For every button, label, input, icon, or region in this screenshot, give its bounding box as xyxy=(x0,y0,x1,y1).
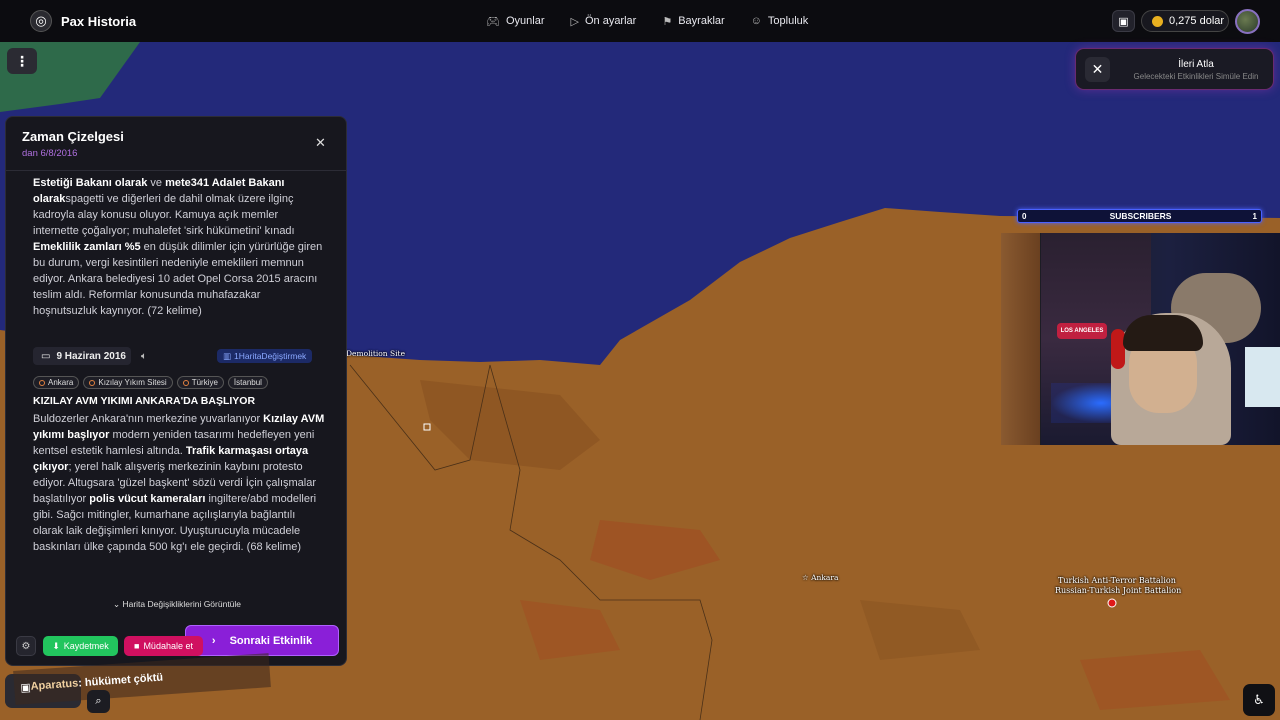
nav-games[interactable]: 🎮︎ Oyunlar xyxy=(486,15,545,28)
event-1-lead: Estetiği Bakanı olarak xyxy=(33,177,148,189)
gift-icon[interactable]: ▣ xyxy=(1112,10,1135,32)
more-menu-icon[interactable]: ⋮ xyxy=(7,48,37,74)
tag-kizilay[interactable]: Kızılay Yıkım Sitesi xyxy=(83,376,173,389)
nav-label: Oyunlar xyxy=(505,15,545,27)
map-label-ankara[interactable]: ☆ Ankara xyxy=(802,573,838,582)
intervene-button[interactable]: ■ Müdahale et xyxy=(124,636,203,656)
map-icon: ▥ xyxy=(223,350,232,361)
webcam-overlay: LOS ANGELES xyxy=(1001,233,1280,445)
webcam-headphones xyxy=(1111,329,1125,369)
tag-label: Kızılay Yıkım Sitesi xyxy=(98,378,167,387)
event-1-text: Estetiği Bakanı olarak ve mete341 Adalet… xyxy=(33,175,325,319)
ankara-label-text: Ankara xyxy=(811,573,839,582)
skip-ahead-card[interactable]: ✕ İleri Atla Gelecekteki Etkinlikleri Si… xyxy=(1075,48,1274,90)
event-2-b3: polis vücut kameraları xyxy=(89,493,206,505)
save-icon: ⬇ xyxy=(52,640,60,651)
chevron-right-icon: › xyxy=(211,634,216,647)
map-label-battalion-2[interactable]: Russian-Turkish Joint Battalion xyxy=(1055,586,1181,595)
calendar-icon: ▭ xyxy=(41,350,51,362)
event-2-tags: Ankara Kızılay Yıkım Sitesi Türkiye İsta… xyxy=(33,376,268,389)
timeline-panel: Zaman Çizelgesi dan 6/8/2016 ✕ Estetiği … xyxy=(5,116,347,666)
nav-label: Ön ayarlar xyxy=(584,15,637,27)
coin-icon xyxy=(1152,15,1163,27)
tag-label: Ankara xyxy=(48,378,74,387)
tag-label: İstanbul xyxy=(233,378,262,387)
view-changes-text: Harita Değişikliklerini Görüntüle xyxy=(122,599,242,609)
skip-subtitle: Gelecekteki Etkinlikleri Simüle Edin xyxy=(1133,72,1259,81)
speaker-icon[interactable]: 🔈︎ xyxy=(141,351,147,362)
close-icon[interactable]: ✕ xyxy=(1085,57,1110,82)
event-2-t1: Buldozerler Ankara'nın merkezine yuvarla… xyxy=(33,413,264,425)
toast-prefix: Aparatus xyxy=(30,677,79,693)
flag-icon: ⚑ xyxy=(662,15,673,28)
gamepad-icon: 🎮︎ xyxy=(486,15,500,28)
webcam-window xyxy=(1245,347,1280,407)
timeline-title: Zaman Çizelgesi xyxy=(22,129,124,144)
timeline-header: Zaman Çizelgesi dan 6/8/2016 ✕ xyxy=(6,117,346,171)
subscribers-goal: 1 xyxy=(1252,212,1257,221)
view-map-changes-link[interactable]: ⌄ Harita Değişikliklerini Görüntüle xyxy=(6,599,346,610)
event-2-date-text: 9 Haziran 2016 xyxy=(56,350,126,362)
search-icon[interactable]: ⌕ xyxy=(87,690,110,713)
event-1-b2: Emeklilik zamları %5 xyxy=(33,241,141,253)
event-2-text: Buldozerler Ankara'nın merkezine yuvarla… xyxy=(33,411,325,555)
globe-icon: ◎ xyxy=(30,10,52,32)
event-2-date: ▭ 9 Haziran 2016 xyxy=(33,347,131,365)
intervene-label: Müdahale et xyxy=(143,641,193,651)
next-event-label: Sonraki Etkinlik xyxy=(229,634,313,647)
subscribers-title: SUBSCRIBERS xyxy=(1109,211,1172,221)
next-event-button[interactable]: › Sonraki Etkinlik xyxy=(185,625,339,656)
tag-label: Türkiye xyxy=(191,378,218,387)
nav-flags[interactable]: ⚑ Bayraklar xyxy=(662,15,724,28)
map-change-badge[interactable]: ▥ 1HaritaDeğiştirmek xyxy=(217,349,313,363)
play-icon: ▷ xyxy=(570,15,579,28)
save-label: Kaydetmek xyxy=(63,641,109,651)
webcam-sign: LOS ANGELES xyxy=(1057,323,1107,339)
tag-dot xyxy=(39,379,45,386)
nav-community[interactable]: ☺ Topluluk xyxy=(751,15,809,27)
wallet-amount: 0,275 dolar xyxy=(1169,15,1225,27)
top-navbar: ◎ Pax Historia 🎮︎ Oyunlar ▷ Ön ayarlar ⚑ Ba… xyxy=(0,0,1280,42)
users-icon: ☺ xyxy=(750,15,762,27)
main-nav: 🎮︎ Oyunlar ▷ Ön ayarlar ⚑ Bayraklar ☺ Toplul… xyxy=(486,0,808,42)
event-1-t2: spagetti ve diğerleri de dahil olmak üze… xyxy=(33,193,295,237)
tag-dot xyxy=(182,379,189,386)
event-2-headline: KIZILAY AVM YIKIMI ANKARA'DA BAŞLIYOR xyxy=(33,395,256,407)
intervene-icon: ■ xyxy=(134,641,140,651)
map-label-site: Demolition Site xyxy=(346,349,406,358)
subscribers-bar: 0 SUBSCRIBERS 1 xyxy=(1017,209,1262,223)
webcam-hair xyxy=(1123,315,1203,351)
nav-label: Topluluk xyxy=(767,15,809,27)
skip-title: İleri Atla xyxy=(1178,59,1214,70)
nav-label: Bayraklar xyxy=(678,15,725,27)
timeline-date: dan 6/8/2016 xyxy=(22,148,78,159)
tag-ankara[interactable]: Ankara xyxy=(33,376,80,389)
map-label-battalion-1[interactable]: Turkish Anti-Terror Battalion xyxy=(1058,576,1176,585)
tag-dot xyxy=(89,379,96,386)
wallet-balance[interactable]: 0,275 dolar xyxy=(1141,10,1229,32)
toast-text: : hükümet çöktü xyxy=(77,671,164,690)
app-logo[interactable]: ◎ Pax Historia xyxy=(30,10,136,32)
timeline-scroll[interactable]: Estetiği Bakanı olarak ve mete341 Adalet… xyxy=(6,171,346,607)
save-button[interactable]: ⬇ Kaydetmek xyxy=(43,636,118,656)
map-change-text: 1HaritaDeğiştirmek xyxy=(234,351,307,361)
nav-presets[interactable]: ▷ Ön ayarlar xyxy=(571,15,637,28)
avatar[interactable] xyxy=(1235,9,1260,34)
close-icon[interactable]: ✕ xyxy=(315,135,326,151)
event-1-t1: ve xyxy=(147,177,166,189)
app-title: Pax Historia xyxy=(61,13,137,29)
gear-icon[interactable]: ⚙ xyxy=(16,636,36,656)
tag-turkiye[interactable]: Türkiye xyxy=(176,376,224,389)
tag-istanbul[interactable]: İstanbul xyxy=(227,376,268,389)
accessibility-icon[interactable]: ♿︎ xyxy=(1243,684,1275,716)
